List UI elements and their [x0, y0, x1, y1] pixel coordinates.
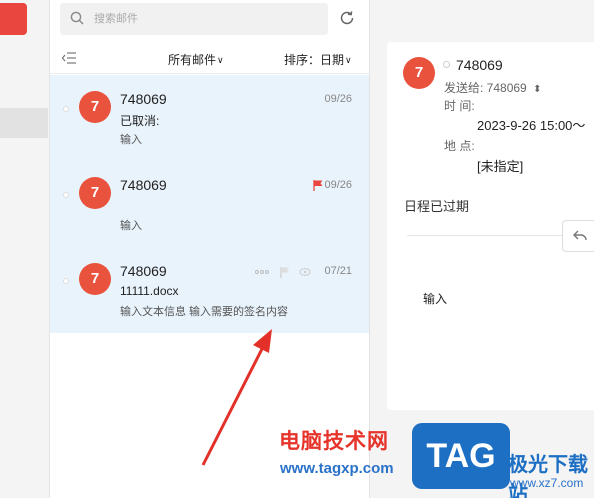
read-icon[interactable] — [299, 268, 311, 276]
reply-icon — [573, 230, 587, 241]
nav-item-active[interactable] — [0, 108, 48, 138]
unread-dot[interactable] — [63, 192, 69, 198]
unread-dot[interactable] — [63, 278, 69, 284]
flag-icon[interactable] — [280, 267, 289, 278]
flag-icon[interactable] — [313, 180, 323, 191]
reply-button[interactable] — [562, 220, 594, 252]
mail-sender: 748069 — [120, 263, 167, 279]
unread-dot[interactable] — [63, 106, 69, 112]
watermark-site: 极光下载站 — [508, 454, 588, 498]
mail-subject: 11111.docx — [120, 284, 179, 298]
search-box[interactable] — [60, 3, 328, 35]
expired-notice: 日程已过期 — [404, 199, 470, 214]
watermark-url: www.tagxp.com — [280, 460, 394, 477]
mail-filter-dropdown[interactable]: 所有邮件∨ — [168, 51, 224, 68]
mail-preview: 输入文本信息 输入需要的签名内容 — [120, 306, 289, 318]
place-value: [未指定] — [477, 159, 524, 174]
avatar: 7 — [79, 263, 111, 295]
mail-detail-pane: 7 748069 发送给: 748069 ⬍ 时 间: 2023-9-26 15… — [387, 42, 594, 410]
mail-sender: 748069 — [120, 177, 167, 193]
mail-date: 07/21 — [324, 265, 352, 277]
mail-list-item[interactable]: 7 748069 09/26 已取消: 输入 — [50, 75, 369, 161]
time-value: 2023-9-26 15:00～ — [477, 118, 586, 133]
mail-sender: 748069 — [120, 91, 167, 107]
sort-label: 排序：日期 — [284, 53, 345, 67]
more-icon[interactable] — [255, 270, 269, 274]
chevron-down-icon: ∨ — [345, 55, 352, 65]
expand-icon[interactable]: ⬍ — [533, 84, 541, 95]
mail-subject: 已取消: — [120, 114, 160, 128]
filter-label: 所有邮件 — [168, 53, 217, 67]
chevron-down-icon: ∨ — [217, 55, 224, 65]
send-to-label: 发送给: 748069 — [444, 81, 527, 95]
refresh-icon[interactable] — [338, 9, 356, 27]
status-dot — [443, 61, 450, 68]
mail-date: 09/26 — [324, 93, 352, 105]
annotation-arrow — [201, 329, 272, 466]
place-label: 地 点: — [444, 139, 475, 153]
collapse-icon[interactable] — [62, 52, 76, 64]
search-icon — [70, 11, 84, 25]
detail-sender: 748069 — [456, 57, 503, 73]
mail-list-item[interactable]: 7 748069 09/26 输入 — [50, 161, 369, 247]
mail-date: 09/26 — [324, 179, 352, 191]
search-input[interactable] — [94, 3, 314, 35]
send-to[interactable]: 发送给: 748069 ⬍ — [444, 79, 541, 96]
hover-actions — [255, 267, 311, 278]
mail-preview: 输入 — [120, 220, 142, 232]
left-nav — [0, 0, 50, 498]
mail-preview: 输入 — [120, 134, 142, 146]
list-toolbar: 所有邮件∨ 排序：日期∨ — [50, 44, 370, 74]
mail-body: 输入 — [423, 292, 448, 306]
compose-button[interactable] — [0, 3, 27, 35]
mail-list-item[interactable]: 7 748069 07/21 11111.docx 输入文本信息 输入需要的签名… — [50, 247, 369, 333]
watermark-small-url: www.xz7.com — [510, 476, 584, 490]
time-label: 时 间: — [444, 99, 475, 113]
watermark-title: 电脑技术网 — [279, 430, 389, 453]
divider — [407, 235, 567, 236]
avatar: 7 — [79, 91, 111, 123]
avatar: 7 — [79, 177, 111, 209]
avatar: 7 — [403, 57, 435, 89]
watermark-logo: TAG — [412, 423, 510, 489]
sort-dropdown[interactable]: 排序：日期∨ — [284, 51, 352, 68]
